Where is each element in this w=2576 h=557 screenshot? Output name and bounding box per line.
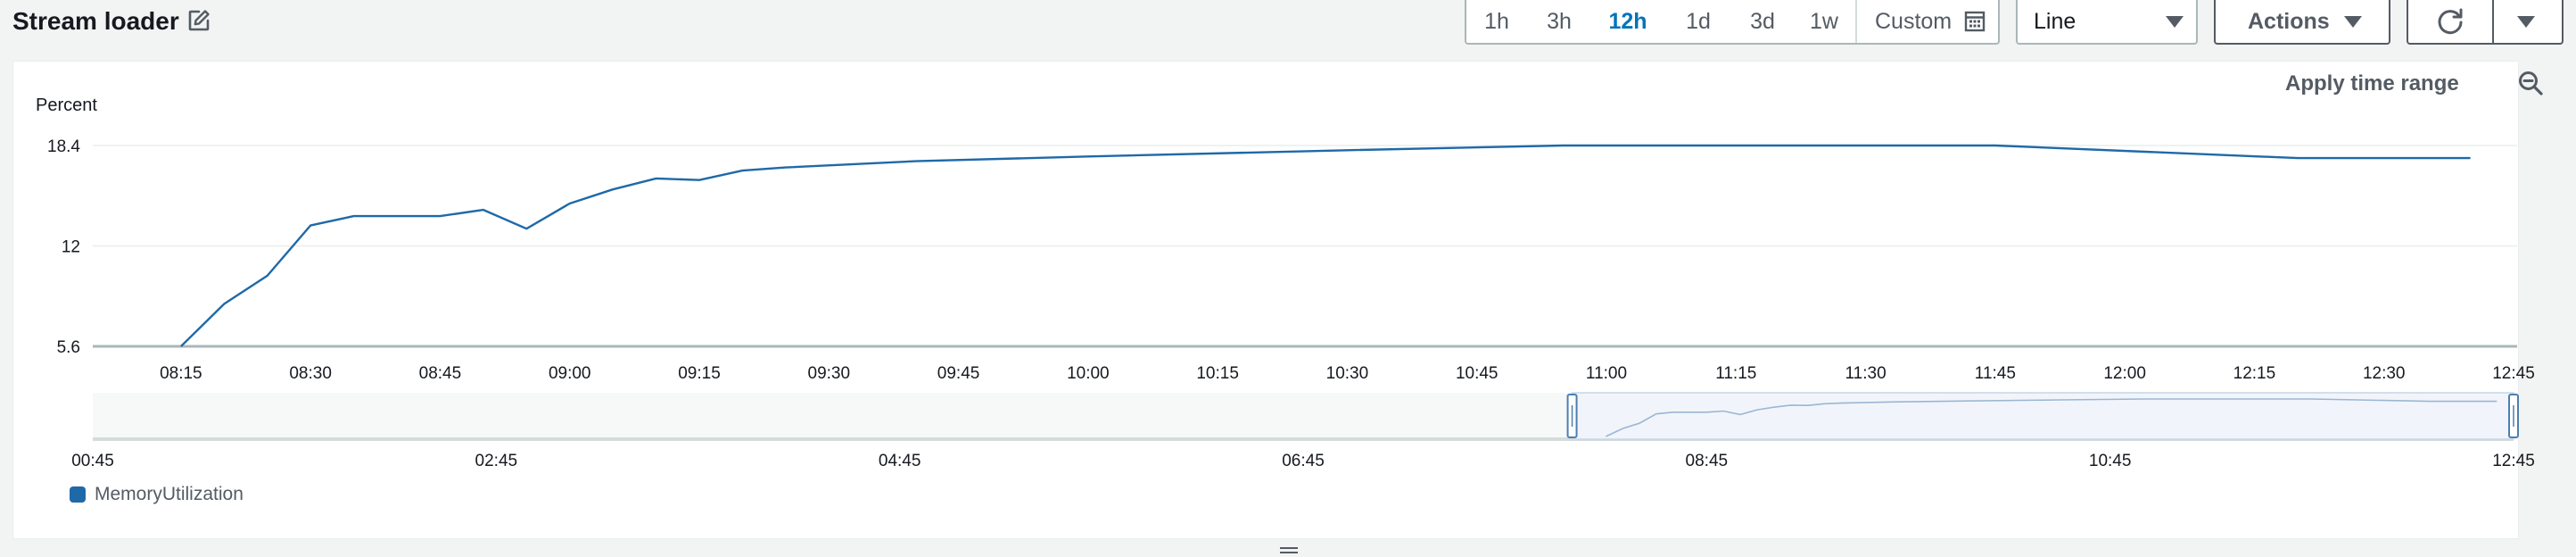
- apply-time-range-button[interactable]: Apply time range: [2285, 71, 2459, 96]
- refresh-menu-caret-icon[interactable]: [2517, 16, 2535, 28]
- range-option-12h[interactable]: 12h: [1591, 0, 1664, 43]
- range-option-3h[interactable]: 3h: [1527, 0, 1591, 43]
- range-option-3d[interactable]: 3d: [1732, 0, 1793, 43]
- refresh-divider: [2492, 0, 2494, 43]
- calendar-icon: [1964, 11, 1986, 32]
- dashboard-widget: Stream loader 1h 3h 12h 1d 3d 1w Custom: [0, 0, 2576, 557]
- time-range-selector: 1h 3h 12h 1d 3d 1w Custom: [1465, 0, 2000, 45]
- legend-swatch: [70, 486, 86, 503]
- caret-down-icon: [2166, 16, 2184, 28]
- caret-down-icon: [2344, 16, 2362, 28]
- custom-range-button[interactable]: Custom: [1855, 0, 1998, 43]
- widget-title: Stream loader: [12, 7, 179, 35]
- range-option-1d[interactable]: 1d: [1664, 0, 1732, 43]
- range-option-1w[interactable]: 1w: [1793, 0, 1855, 43]
- chart-type-select[interactable]: Line: [2016, 0, 2198, 45]
- resize-handle[interactable]: [1279, 546, 1299, 555]
- chart-panel: [12, 61, 2519, 539]
- chart-type-value: Line: [2034, 9, 2076, 34]
- actions-label: Actions: [2248, 9, 2330, 34]
- zoom-out-icon[interactable]: [2517, 70, 2544, 96]
- refresh-icon[interactable]: [2435, 7, 2465, 37]
- edit-icon[interactable]: [187, 9, 211, 32]
- chart-legend: MemoryUtilization: [70, 484, 244, 505]
- actions-button[interactable]: Actions: [2214, 0, 2390, 45]
- widget-header: Stream loader 1h 3h 12h 1d 3d 1w Custom: [0, 0, 2576, 46]
- custom-range-label: Custom: [1875, 8, 1953, 34]
- range-option-1h[interactable]: 1h: [1466, 0, 1527, 43]
- legend-label[interactable]: MemoryUtilization: [95, 484, 244, 505]
- refresh-button-group: [2407, 0, 2564, 45]
